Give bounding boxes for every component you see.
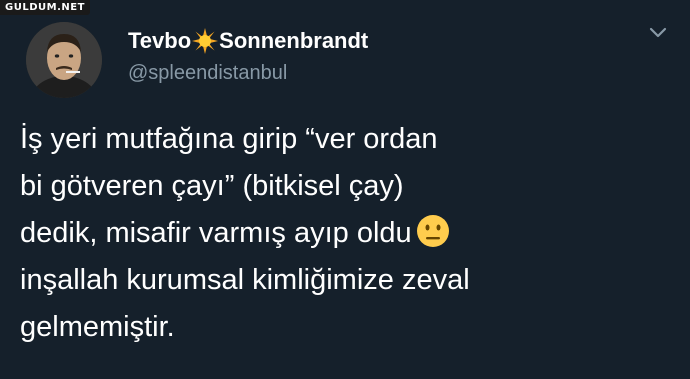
display-name[interactable]: Tevbo Sonnenbrandt: [128, 28, 368, 54]
avatar[interactable]: [26, 22, 102, 98]
display-name-part1: Tevbo: [128, 28, 192, 53]
tweet-line: dedik, misafir varmış ayıp oldu: [20, 210, 660, 257]
tweet-line: bi götveren çayı” (bitkisel çay): [20, 170, 404, 202]
site-watermark: GULDUM.NET: [0, 0, 90, 15]
display-name-part2: Sonnenbrandt: [219, 28, 369, 53]
tweet-line: gelmemiştir.: [20, 311, 175, 343]
tweet-line-text: dedik, misafir varmış ayıp oldu: [20, 217, 412, 249]
tweet-header: Tevbo Sonnenbrandt @spleendistanbul: [26, 18, 670, 102]
avatar-image: [26, 22, 102, 98]
tweet-text: İş yeri mutfağına girip “ver ordan bi gö…: [20, 116, 660, 351]
user-handle[interactable]: @spleendistanbul: [128, 62, 287, 85]
tweet-line: inşallah kurumsal kimliğimize zeval: [20, 264, 470, 296]
tweet-line: İş yeri mutfağına girip “ver ordan: [20, 123, 438, 155]
chevron-down-icon[interactable]: [648, 26, 668, 40]
neutral-face-emoji-icon: [416, 214, 450, 248]
sun-icon: [192, 28, 219, 54]
